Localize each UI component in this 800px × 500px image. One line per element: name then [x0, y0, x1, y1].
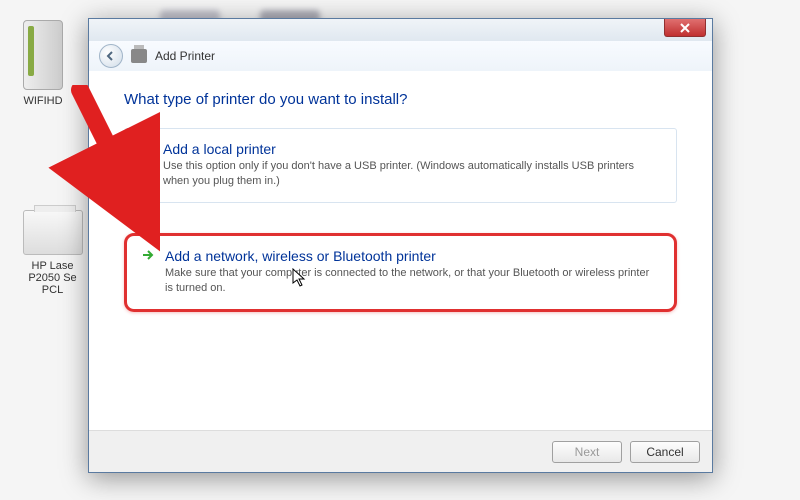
option-description: Use this option only if you don't have a…: [163, 159, 662, 190]
arrow-right-icon: [139, 141, 153, 190]
wizard-question: What type of printer do you want to inst…: [124, 91, 677, 108]
back-arrow-icon: [105, 50, 117, 62]
window-titlebar[interactable]: [89, 19, 712, 41]
desktop-icon-hp-printer[interactable]: HP Lase P2050 Se PCL: [15, 210, 90, 296]
add-printer-wizard-window: Add Printer What type of printer do you …: [88, 18, 713, 473]
next-button[interactable]: Next: [552, 441, 622, 463]
desktop-icon-wifihd[interactable]: WIFIHD: [8, 20, 78, 107]
option-title: Add a network, wireless or Bluetooth pri…: [165, 248, 660, 264]
option-body: Add a network, wireless or Bluetooth pri…: [165, 248, 660, 297]
wizard-title: Add Printer: [155, 49, 215, 63]
desktop-icon-label: WIFIHD: [8, 95, 78, 107]
option-description: Make sure that your computer is connecte…: [165, 266, 660, 297]
usb-drive-icon: [23, 20, 63, 90]
wizard-content: What type of printer do you want to inst…: [89, 71, 712, 362]
wizard-footer: Next Cancel: [89, 430, 712, 472]
printer-device-icon: [23, 210, 83, 255]
close-button[interactable]: [664, 19, 706, 37]
option-title: Add a local printer: [163, 141, 662, 157]
option-body: Add a local printer Use this option only…: [163, 141, 662, 190]
wizard-header: Add Printer: [89, 41, 712, 71]
cancel-button[interactable]: Cancel: [630, 441, 700, 463]
arrow-right-icon: [141, 248, 155, 297]
printer-icon: [131, 49, 147, 63]
option-network-printer[interactable]: Add a network, wireless or Bluetooth pri…: [124, 233, 677, 312]
close-icon: [680, 23, 690, 33]
desktop-icon-label: HP Lase P2050 Se PCL: [15, 260, 90, 296]
back-button[interactable]: [99, 44, 123, 68]
option-local-printer[interactable]: Add a local printer Use this option only…: [124, 128, 677, 203]
